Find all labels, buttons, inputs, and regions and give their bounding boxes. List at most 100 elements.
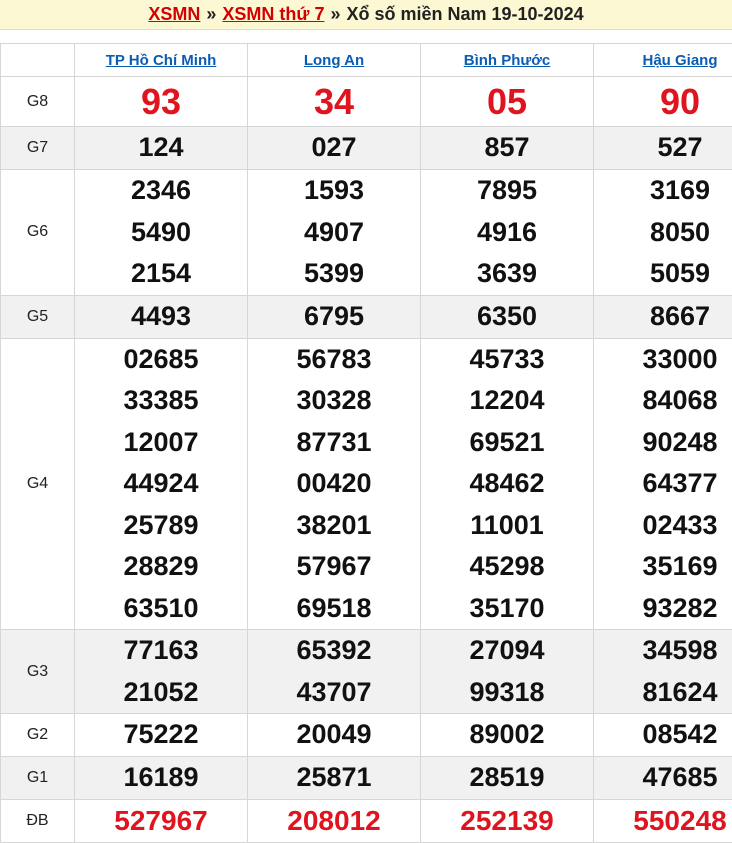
result-cell: 316980505059: [594, 170, 732, 296]
result-number: 124: [75, 127, 247, 169]
result-cell: 47685: [594, 757, 732, 800]
result-number: 33000: [594, 339, 732, 381]
province-header: Long An: [248, 44, 421, 77]
result-cell: 7716321052: [75, 630, 248, 714]
prize-label: G6: [1, 170, 75, 296]
result-cell: 25871: [248, 757, 421, 800]
result-number: 99318: [421, 672, 593, 714]
result-cell: 28519: [421, 757, 594, 800]
prize-label: G5: [1, 295, 75, 338]
result-number: 48462: [421, 463, 593, 505]
result-number: 02685: [75, 339, 247, 381]
result-number: 21052: [75, 672, 247, 714]
province-header: TP Hồ Chí Minh: [75, 44, 248, 77]
province-link[interactable]: Bình Phước: [464, 52, 551, 69]
breadcrumb-link-xsmn-thu7[interactable]: XSMN thứ 7: [222, 4, 324, 25]
province-link[interactable]: Hậu Giang: [642, 52, 717, 69]
result-number: 6795: [248, 296, 420, 338]
result-number: 6350: [421, 296, 593, 338]
result-number: 44924: [75, 463, 247, 505]
result-number: 08542: [594, 714, 732, 756]
result-number: 63510: [75, 588, 247, 630]
result-number: 33385: [75, 380, 247, 422]
result-number: 93: [75, 81, 247, 123]
result-cell: 45733122046952148462110014529835170: [421, 338, 594, 630]
result-number: 38201: [248, 505, 420, 547]
result-cell: 4493: [75, 295, 248, 338]
result-number: 28519: [421, 757, 593, 799]
prize-row: G116189258712851947685: [1, 757, 732, 800]
result-cell: 34: [248, 77, 421, 127]
result-cell: 2709499318: [421, 630, 594, 714]
result-number: 252139: [421, 800, 593, 842]
result-number: 20049: [248, 714, 420, 756]
prize-label: G4: [1, 338, 75, 630]
result-cell: 89002: [421, 714, 594, 757]
breadcrumb-separator: »: [330, 4, 340, 25]
result-number: 34598: [594, 630, 732, 672]
result-number: 02433: [594, 505, 732, 547]
result-number: 11001: [421, 505, 593, 547]
result-number: 12204: [421, 380, 593, 422]
result-number: 2154: [75, 253, 247, 295]
result-number: 87731: [248, 422, 420, 464]
result-number: 28829: [75, 546, 247, 588]
result-number: 208012: [248, 800, 420, 842]
page-title: Xổ số miền Nam 19-10-2024: [346, 4, 583, 25]
result-cell: 857: [421, 127, 594, 170]
breadcrumb-separator: »: [206, 4, 216, 25]
result-number: 45733: [421, 339, 593, 381]
result-cell: 6539243707: [248, 630, 421, 714]
result-number: 2346: [75, 170, 247, 212]
result-number: 16189: [75, 757, 247, 799]
result-number: 45298: [421, 546, 593, 588]
prize-row: G402685333851200744924257892882963510567…: [1, 338, 732, 630]
result-number: 69518: [248, 588, 420, 630]
result-cell: 56783303288773100420382015796769518: [248, 338, 421, 630]
province-link[interactable]: Long An: [304, 52, 364, 69]
result-number: 77163: [75, 630, 247, 672]
result-cell: 252139: [421, 800, 594, 843]
result-cell: 20049: [248, 714, 421, 757]
prize-row: G623465490215415934907539978954916363931…: [1, 170, 732, 296]
result-number: 8667: [594, 296, 732, 338]
result-cell: 02685333851200744924257892882963510: [75, 338, 248, 630]
result-number: 027: [248, 127, 420, 169]
result-number: 25871: [248, 757, 420, 799]
result-number: 56783: [248, 339, 420, 381]
result-number: 34: [248, 81, 420, 123]
result-number: 527967: [75, 800, 247, 842]
result-number: 64377: [594, 463, 732, 505]
result-cell: 05: [421, 77, 594, 127]
result-cell: 789549163639: [421, 170, 594, 296]
result-cell: 027: [248, 127, 421, 170]
prize-label: G2: [1, 714, 75, 757]
result-number: 550248: [594, 800, 732, 842]
result-number: 90: [594, 81, 732, 123]
result-number: 4907: [248, 212, 420, 254]
result-number: 81624: [594, 672, 732, 714]
result-number: 12007: [75, 422, 247, 464]
prize-label: ĐB: [1, 800, 75, 843]
result-cell: 550248: [594, 800, 732, 843]
province-link[interactable]: TP Hồ Chí Minh: [106, 52, 217, 69]
breadcrumb-link-xsmn[interactable]: XSMN: [148, 4, 200, 25]
result-number: 25789: [75, 505, 247, 547]
corner-cell: [1, 44, 75, 77]
result-number: 57967: [248, 546, 420, 588]
province-header: Bình Phước: [421, 44, 594, 77]
prize-label: G8: [1, 77, 75, 127]
result-number: 527: [594, 127, 732, 169]
result-cell: 75222: [75, 714, 248, 757]
result-number: 47685: [594, 757, 732, 799]
result-cell: 08542: [594, 714, 732, 757]
result-number: 27094: [421, 630, 593, 672]
prize-row: G54493679563508667: [1, 295, 732, 338]
result-cell: 159349075399: [248, 170, 421, 296]
result-cell: 33000840689024864377024333516993282: [594, 338, 732, 630]
result-cell: 90: [594, 77, 732, 127]
result-cell: 124: [75, 127, 248, 170]
result-cell: 208012: [248, 800, 421, 843]
result-number: 30328: [248, 380, 420, 422]
breadcrumb: XSMN » XSMN thứ 7 » Xổ số miền Nam 19-10…: [0, 0, 732, 30]
